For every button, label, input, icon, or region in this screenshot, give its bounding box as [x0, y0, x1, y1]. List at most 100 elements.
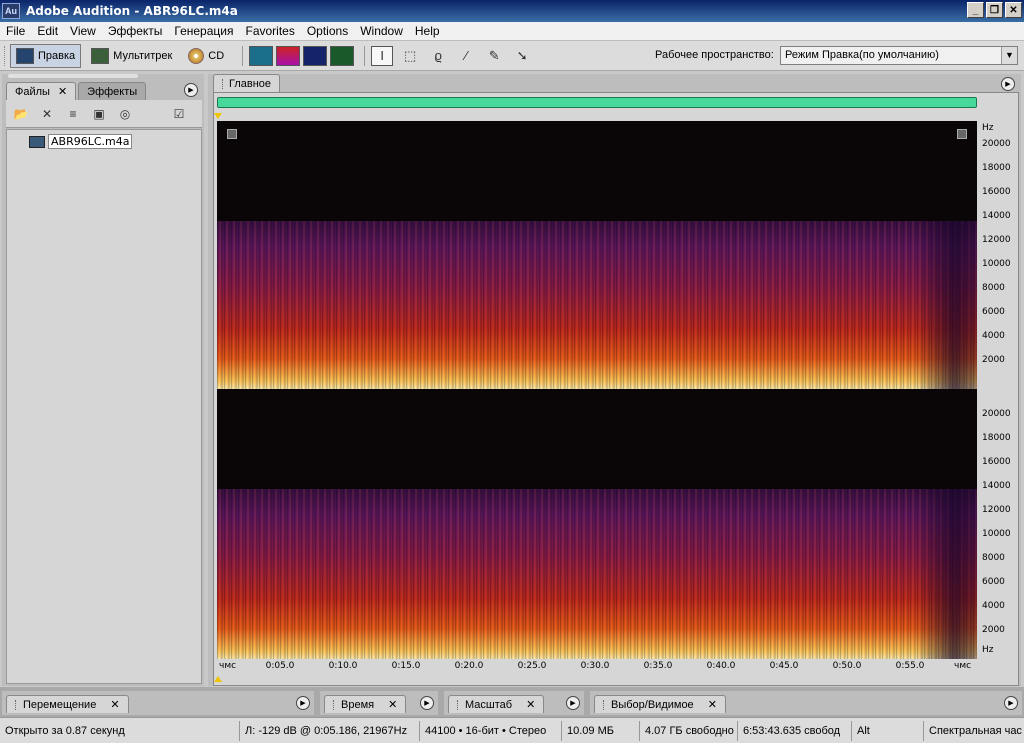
marquee-tool-icon[interactable]: ⬚ [399, 46, 421, 66]
time-unit-left: чмс [219, 661, 237, 671]
hybrid-tool-icon[interactable]: ➘ [511, 46, 533, 66]
restore-button[interactable]: ❐ [986, 2, 1003, 18]
close-icon[interactable]: ✕ [388, 698, 397, 711]
phase-view-icon[interactable] [330, 45, 355, 66]
lasso-tool-icon[interactable]: ϱ [427, 46, 449, 66]
time-label: 0:50.0 [832, 661, 862, 671]
window-controls: _ ❐ ✕ [967, 2, 1022, 18]
panel-menu-button[interactable]: ▶ [1004, 696, 1018, 710]
close-icon[interactable]: ✕ [58, 85, 67, 98]
time-label: 0:20.0 [454, 661, 484, 671]
menu-edit[interactable]: Edit [31, 24, 64, 38]
menu-options[interactable]: Options [301, 24, 354, 38]
audio-file-icon [29, 135, 45, 148]
edit-file-icon[interactable]: ▣ [90, 106, 108, 122]
playhead-top-marker[interactable] [214, 113, 222, 119]
freq-label: 12000 [982, 235, 1011, 245]
options-icon[interactable]: ☑ [170, 106, 188, 122]
zoom-corner-right-icon[interactable] [957, 129, 967, 139]
time-label: 0:25.0 [517, 661, 547, 671]
waveform-view-icon[interactable] [249, 45, 274, 66]
minimize-button[interactable]: _ [967, 2, 984, 18]
tab-grip[interactable] [603, 699, 607, 710]
freq-label: 16000 [982, 187, 1011, 197]
menu-favorites[interactable]: Favorites [239, 24, 300, 38]
cd-mode-button[interactable]: CD [182, 44, 230, 68]
time-ruler[interactable]: чмс 0:05.0 0:10.0 0:15.0 0:20.0 0:25.0 0… [217, 659, 977, 675]
close-window-button[interactable]: ✕ [1005, 2, 1022, 18]
tab-time[interactable]: Время ✕ [324, 695, 407, 713]
tab-selection-label: Выбор/Видимое [611, 698, 694, 711]
menu-window[interactable]: Window [354, 24, 409, 38]
tab-transport[interactable]: Перемещение ✕ [6, 695, 129, 713]
spectro-fade-left [217, 221, 977, 389]
panel-menu-icon[interactable]: ▶ [1004, 696, 1018, 710]
left-panel-tabs: Файлы ✕ Эффекты ▶ [6, 80, 202, 100]
toolbar-grip[interactable] [4, 45, 7, 66]
panel-menu-icon[interactable]: ▶ [296, 696, 310, 710]
close-icon[interactable]: ✕ [526, 698, 535, 711]
zoom-corner-left-icon[interactable] [227, 129, 237, 139]
panel-menu-button[interactable]: ▶ [566, 696, 580, 710]
tab-main[interactable]: Главное [213, 74, 281, 92]
menu-effects[interactable]: Эффекты [102, 24, 169, 38]
close-icon[interactable]: ✕ [110, 698, 119, 711]
file-name[interactable]: ABR96LC.m4a [48, 134, 133, 149]
main-editor-panel: Главное ▶ Hz 20000 18000 16000 14000 120… [208, 74, 1021, 686]
freq-unit-top: Hz [982, 123, 994, 133]
spectral-display[interactable] [217, 121, 977, 659]
overview-bar[interactable] [217, 97, 977, 108]
panel-menu-icon[interactable]: ▶ [420, 696, 434, 710]
main-panel-menu-button[interactable]: ▶ [1001, 77, 1015, 91]
close-icon[interactable]: ✕ [708, 698, 717, 711]
chevron-down-icon[interactable]: ▼ [1001, 47, 1017, 64]
status-view-mode: Спектральная час [929, 724, 1022, 737]
panel-drag-bar[interactable] [8, 74, 138, 78]
spectral-view-icon[interactable] [276, 45, 301, 66]
menu-generate[interactable]: Генерация [168, 24, 239, 38]
pan-view-icon[interactable] [303, 45, 328, 66]
tab-grip[interactable] [457, 699, 461, 710]
edit-mode-button[interactable]: Правка [10, 43, 82, 68]
playhead-bottom-marker[interactable] [214, 676, 222, 682]
status-open-time: Открыто за 0.87 секунд [0, 720, 240, 741]
freq-label: 6000 [982, 307, 1005, 317]
tab-grip[interactable] [15, 699, 19, 710]
panel-menu-button[interactable]: ▶ [420, 696, 434, 710]
brush-tool-icon[interactable]: ⁄ [455, 46, 477, 66]
frequency-ruler[interactable]: Hz 20000 18000 16000 14000 12000 10000 8… [978, 121, 1018, 659]
status-free-space: 4.07 ГБ свободно [640, 720, 738, 741]
editor-body: Hz 20000 18000 16000 14000 12000 10000 8… [213, 92, 1019, 686]
bottom-panels: Перемещение ✕ ▶ Время ✕ ▶ Масштаб ✕ ▶ Вы… [0, 687, 1024, 717]
transport-panel: Перемещение ✕ ▶ [2, 691, 314, 715]
panel-menu-icon[interactable]: ▶ [566, 696, 580, 710]
menu-file[interactable]: File [0, 24, 31, 38]
panel-menu-button[interactable]: ▶ [296, 696, 310, 710]
channel-left[interactable] [217, 121, 977, 389]
menu-view[interactable]: View [64, 24, 102, 38]
time-label: 0:15.0 [391, 661, 421, 671]
status-file-size: 10.09 МБ [562, 720, 640, 741]
tab-grip[interactable] [333, 699, 337, 710]
channel-right[interactable] [217, 391, 977, 659]
tab-files[interactable]: Файлы ✕ [6, 82, 77, 100]
panel-menu-icon[interactable]: ▶ [184, 83, 198, 97]
list-item[interactable]: ABR96LC.m4a [29, 134, 133, 149]
tab-selection-view[interactable]: Выбор/Видимое ✕ [594, 695, 726, 713]
panel-menu-button[interactable]: ▶ [174, 82, 198, 98]
insert-icon[interactable]: ≡ [64, 106, 82, 122]
tab-effects[interactable]: Эффекты [78, 82, 147, 100]
menu-help[interactable]: Help [409, 24, 446, 38]
close-file-icon[interactable]: ✕ [38, 106, 56, 122]
open-folder-icon[interactable]: 📂 [12, 106, 30, 122]
freq-label: 8000 [982, 283, 1005, 293]
workspace-select[interactable]: Режим Правка(по умолчанию) ▼ [780, 46, 1018, 65]
tab-zoom[interactable]: Масштаб ✕ [448, 695, 545, 713]
panel-menu-icon[interactable]: ▶ [1001, 77, 1015, 91]
play-file-icon[interactable]: ◎ [116, 106, 134, 122]
time-selection-tool-icon[interactable]: I [371, 45, 394, 66]
spot-healing-tool-icon[interactable]: ✎ [483, 46, 505, 66]
time-label: 0:35.0 [643, 661, 673, 671]
tab-grip[interactable] [222, 78, 226, 89]
multitrack-mode-button[interactable]: Мультитрек [85, 44, 178, 68]
